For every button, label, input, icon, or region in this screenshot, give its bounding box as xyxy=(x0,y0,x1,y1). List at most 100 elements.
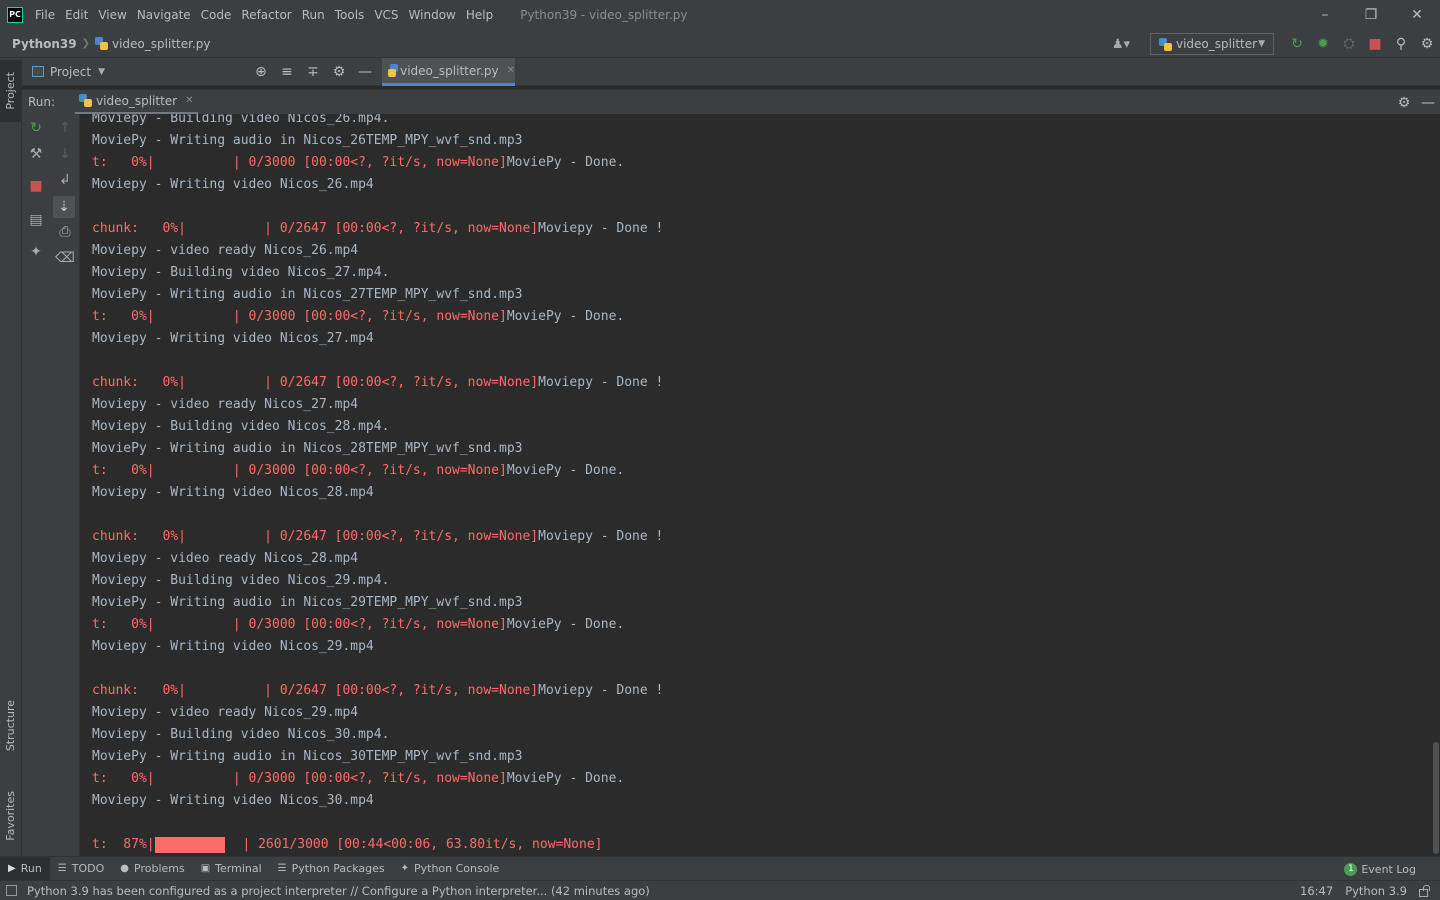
run-configuration-select[interactable]: video_splitter ▼ xyxy=(1150,33,1274,55)
run-console-output[interactable]: Moviepy - Building video Nicos_26.mp4. Mo… xyxy=(80,114,1432,856)
console-line: MoviePy - Writing audio in Nicos_27TEMP_… xyxy=(92,287,523,302)
project-window-icon xyxy=(32,66,44,77)
gear-icon[interactable]: ⚙ xyxy=(326,64,352,80)
menu-code[interactable]: Code xyxy=(201,8,232,22)
stop-icon[interactable]: ■ xyxy=(22,178,50,194)
stripe-tab-favorites[interactable]: Favorites xyxy=(0,780,21,852)
menu-vcs[interactable]: VCS xyxy=(374,8,398,22)
gear-icon[interactable]: ⚙ xyxy=(1392,95,1416,111)
stripe-tab-project[interactable]: Project xyxy=(0,60,21,122)
stripe-tab-structure[interactable]: Structure xyxy=(0,690,21,762)
console-progress-text: chunk: 0%| | 0/2647 [00:00<?, ?it/s, now… xyxy=(92,529,539,544)
menu-window[interactable]: Window xyxy=(409,8,456,22)
locate-icon[interactable]: ⊕ xyxy=(248,64,274,80)
terminal-icon: ▣ xyxy=(200,863,211,874)
progress-suffix: | 2601/3000 [00:44<00:06, 63.80it/s, now… xyxy=(234,837,603,852)
expand-all-icon[interactable]: ≡ xyxy=(274,64,300,80)
run-panel-actions: ⚙ — xyxy=(1392,90,1440,115)
python-run-icon xyxy=(79,94,93,107)
lock-icon[interactable] xyxy=(1419,885,1430,897)
breadcrumb-file[interactable]: video_splitter.py xyxy=(95,37,210,51)
console-status-text: MoviePy - Done. xyxy=(506,309,625,324)
tool-tab-run[interactable]: ▶ Run xyxy=(0,856,50,881)
close-tab-icon[interactable]: ✕ xyxy=(507,65,515,76)
chevron-down-icon[interactable]: ▼ xyxy=(98,67,105,77)
run-tab-video-splitter[interactable]: video_splitter ✕ xyxy=(75,90,198,115)
coverage-icon[interactable]: ⛭ xyxy=(1336,36,1362,52)
tool-tab-python-packages[interactable]: ☰ Python Packages xyxy=(270,857,393,881)
list-icon: ☰ xyxy=(57,863,67,874)
rerun-icon[interactable]: ↻ xyxy=(22,120,50,136)
tool-tab-python-console[interactable]: ✦ Python Console xyxy=(393,857,508,881)
run-toolbar-primary: ↻ ⚒ ■ ▤ ✦ xyxy=(22,114,50,856)
tool-tab-terminal[interactable]: ▣ Terminal xyxy=(193,857,270,881)
console-progress-text: t: 0%| | 0/3000 [00:00<?, ?it/s, now=Non… xyxy=(92,617,507,632)
pin-icon[interactable]: ✦ xyxy=(22,244,50,260)
tool-tab-todo[interactable]: ☰ TODO xyxy=(50,857,112,881)
trash-icon[interactable]: ⌫ xyxy=(50,250,80,266)
console-line: chunk: 0%| | 0/2647 [00:00<?, ?it/s, now… xyxy=(92,680,663,702)
layout-icon[interactable]: ▤ xyxy=(22,212,50,228)
arrow-down-icon[interactable]: ↓ xyxy=(50,146,80,162)
restore-button[interactable]: ❐ xyxy=(1348,0,1394,30)
scroll-to-end-icon[interactable]: ⇣ xyxy=(53,196,75,218)
editor-tabs: video_splitter.py ✕ xyxy=(378,58,1440,86)
editor-tab-video-splitter[interactable]: video_splitter.py ✕ xyxy=(382,58,515,86)
run-configuration-label: video_splitter xyxy=(1176,37,1258,51)
print-icon[interactable]: ⎙ xyxy=(50,224,80,240)
status-interpreter[interactable]: Python 3.9 xyxy=(1345,884,1407,898)
tool-tab-problems[interactable]: ● Problems xyxy=(112,857,192,881)
menu-edit[interactable]: Edit xyxy=(65,8,88,22)
console-progress-text: chunk: 0%| | 0/2647 [00:00<?, ?it/s, now… xyxy=(92,683,539,698)
wrench-icon[interactable]: ⚒ xyxy=(22,146,50,162)
python-file-icon xyxy=(95,37,108,50)
menu-refactor[interactable]: Refactor xyxy=(241,8,291,22)
menu-run[interactable]: Run xyxy=(302,8,325,22)
console-line: Moviepy - video ready Nicos_29.mp4 xyxy=(92,705,359,720)
hide-icon[interactable]: — xyxy=(1416,95,1440,111)
settings-gear-icon[interactable]: ⚙ xyxy=(1414,36,1440,52)
menu-file[interactable]: File xyxy=(35,8,55,22)
menu-navigate[interactable]: Navigate xyxy=(137,8,191,22)
minimize-button[interactable]: – xyxy=(1302,0,1348,30)
console-line: Moviepy - video ready Nicos_28.mp4 xyxy=(92,551,359,566)
collapse-all-icon[interactable]: ∓ xyxy=(300,64,326,80)
search-icon[interactable]: ⚲ xyxy=(1388,36,1414,52)
debug-icon[interactable]: ✹ xyxy=(1310,36,1336,52)
console-progress-text: t: 0%| | 0/3000 [00:00<?, ?it/s, now=Non… xyxy=(92,771,507,786)
hide-icon[interactable]: — xyxy=(352,64,378,80)
bottom-tool-bar: ▶ Run ☰ TODO ● Problems ▣ Terminal ☰ Pyt… xyxy=(0,856,1440,881)
console-line: Moviepy - Writing video Nicos_27.mp4 xyxy=(92,331,374,346)
status-message[interactable]: Python 3.9 has been configured as a proj… xyxy=(27,884,650,898)
console-line: Moviepy - Writing video Nicos_30.mp4 xyxy=(92,793,374,808)
console-line: Moviepy - video ready Nicos_27.mp4 xyxy=(92,397,359,412)
console-progress-text: t: 0%| | 0/3000 [00:00<?, ?it/s, now=Non… xyxy=(92,309,507,324)
rerun-icon[interactable]: ↻ xyxy=(1284,36,1310,52)
arrow-up-icon[interactable]: ↑ xyxy=(50,120,80,136)
toggle-tool-windows-icon[interactable] xyxy=(6,885,17,896)
menu-view[interactable]: View xyxy=(98,8,126,22)
console-progress-line: t: 87%| | 2601/3000 [00:44<00:06, 63.80i… xyxy=(92,834,663,856)
close-window-button[interactable]: ✕ xyxy=(1394,0,1440,30)
python-config-icon xyxy=(1159,37,1172,51)
project-view-label[interactable]: Project xyxy=(50,65,91,79)
event-log-button[interactable]: 1 Event Log xyxy=(1344,857,1416,881)
left-tool-stripe: Project Structure Favorites xyxy=(0,58,22,856)
soft-wrap-icon[interactable]: ↲ xyxy=(50,172,80,188)
console-line: chunk: 0%| | 0/2647 [00:00<?, ?it/s, now… xyxy=(92,526,663,548)
close-run-tab-icon[interactable]: ✕ xyxy=(185,95,193,106)
scrollbar-thumb[interactable] xyxy=(1433,742,1439,854)
console-line: Moviepy - Writing video Nicos_28.mp4 xyxy=(92,485,374,500)
user-icon[interactable]: ♟▾ xyxy=(1112,37,1130,52)
project-toolbar: Project ▼ ⊕ ≡ ∓ ⚙ — xyxy=(22,58,378,86)
stop-icon[interactable]: ■ xyxy=(1362,36,1388,52)
menu-tools[interactable]: Tools xyxy=(335,8,365,22)
breadcrumb-project[interactable]: Python39 xyxy=(12,37,77,51)
console-scrollbar[interactable] xyxy=(1432,114,1440,856)
run-toolbar-secondary: ↑ ↓ ↲ ⇣ ⎙ ⌫ xyxy=(50,114,80,856)
console-status-text: MoviePy - Done. xyxy=(506,463,625,478)
menu-help[interactable]: Help xyxy=(466,8,493,22)
